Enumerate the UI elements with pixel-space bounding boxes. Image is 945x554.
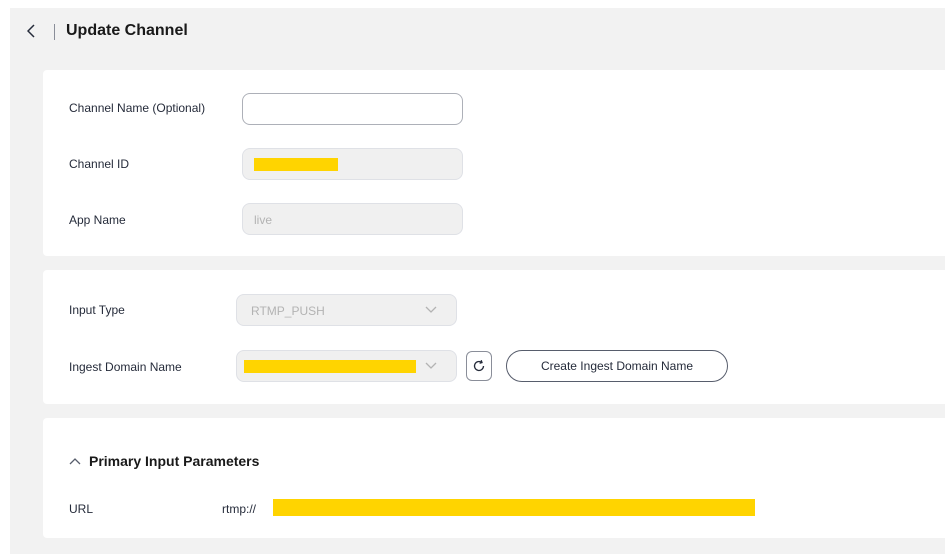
refresh-button[interactable] — [466, 351, 492, 381]
section-title: Primary Input Parameters — [89, 453, 260, 469]
app-name-field: live — [242, 203, 463, 235]
url-label: URL — [69, 502, 94, 516]
input-type-select: RTMP_PUSH — [236, 294, 457, 326]
channel-id-label: Channel ID — [69, 157, 130, 171]
header-divider — [54, 24, 55, 40]
chevron-down-icon — [425, 362, 437, 369]
primary-input-section-toggle[interactable]: Primary Input Parameters — [69, 453, 259, 469]
chevron-up-icon — [69, 458, 81, 465]
redacted-ingest-domain — [244, 360, 416, 373]
ingest-domain-label: Ingest Domain Name — [69, 360, 182, 374]
app-name-label: App Name — [69, 213, 126, 227]
page: Update Channel Channel Name (Optional) C… — [10, 8, 945, 554]
chevron-down-icon — [425, 306, 437, 313]
page-header: Update Channel — [10, 8, 945, 54]
app-name-value: live — [254, 213, 273, 227]
back-button[interactable] — [24, 21, 38, 41]
channel-name-label: Channel Name (Optional) — [69, 101, 206, 115]
channel-name-input[interactable] — [242, 93, 463, 125]
create-ingest-domain-button[interactable]: Create Ingest Domain Name — [506, 350, 728, 382]
redacted-url — [273, 499, 755, 516]
primary-input-card: Primary Input Parameters URL rtmp:// — [43, 418, 945, 538]
page-title: Update Channel — [66, 22, 188, 39]
redacted-channel-id — [254, 158, 338, 171]
input-type-value: RTMP_PUSH — [251, 304, 325, 318]
ingest-domain-select — [236, 350, 457, 382]
input-config-card: Input Type RTMP_PUSH Ingest Domain Name … — [43, 270, 945, 404]
basic-info-card: Channel Name (Optional) Channel ID App N… — [43, 70, 945, 256]
url-prefix: rtmp:// — [222, 502, 257, 516]
chevron-left-icon — [27, 24, 35, 38]
channel-id-field — [242, 148, 463, 180]
input-type-label: Input Type — [69, 303, 125, 317]
refresh-icon — [473, 359, 485, 372]
